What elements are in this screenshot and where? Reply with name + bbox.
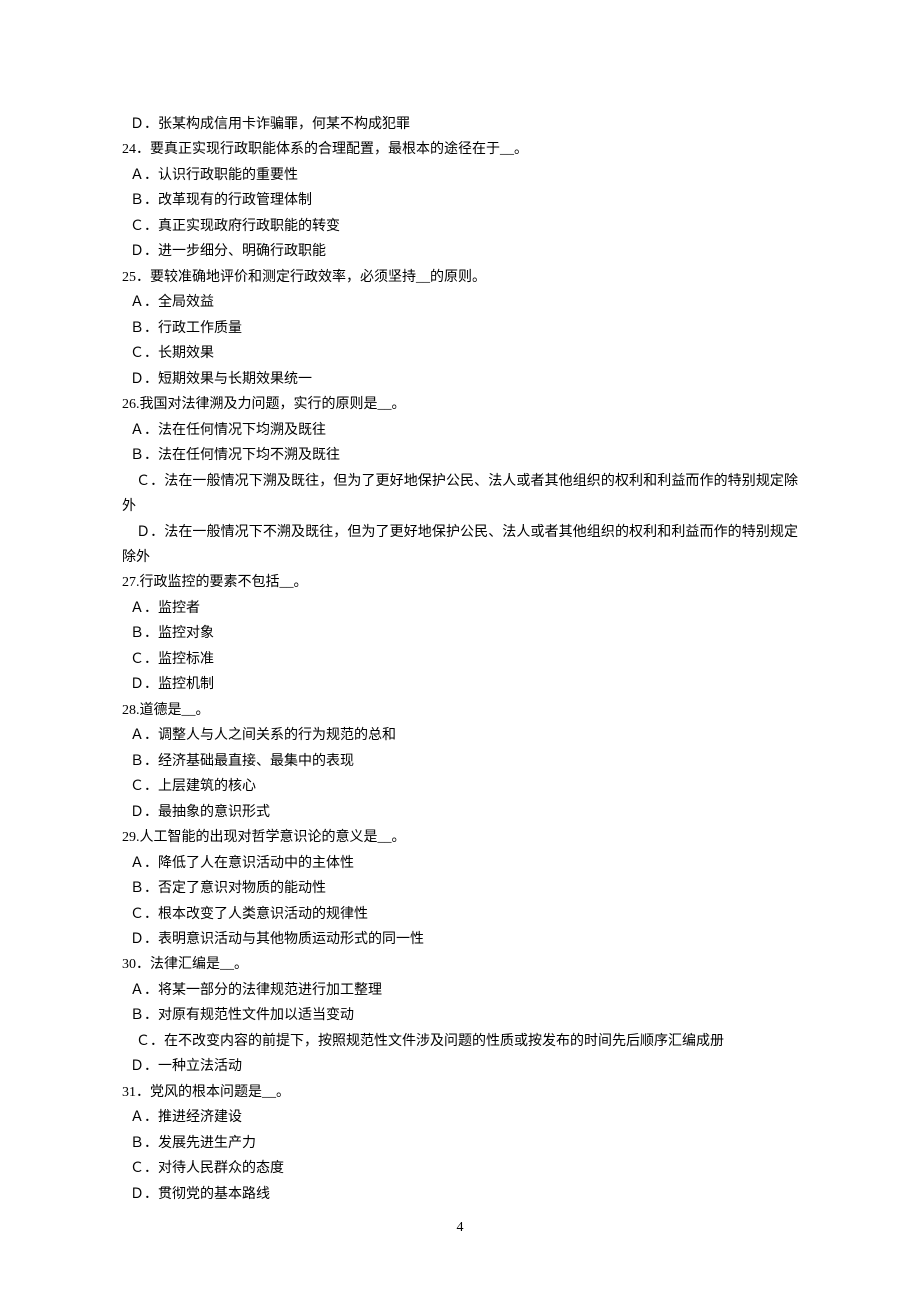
- text-line: Ｃ．真正实现政府行政职能的转变: [122, 214, 798, 239]
- content-body: Ｄ．张某构成信用卡诈骗罪，何某不构成犯罪24．要真正实现行政职能体系的合理配置，…: [122, 112, 798, 1207]
- text-line: Ｂ．发展先进生产力: [122, 1131, 798, 1156]
- text-line: Ｂ．法在任何情况下均不溯及既往: [122, 443, 798, 468]
- text-line: Ａ．推进经济建设: [122, 1105, 798, 1130]
- text-line: Ａ．全局效益: [122, 290, 798, 315]
- text-line: Ａ．认识行政职能的重要性: [122, 163, 798, 188]
- text-line: Ｄ．法在一般情况下不溯及既往，但为了更好地保护公民、法人或者其他组织的权利和利益…: [122, 520, 798, 571]
- text-line: Ｃ．在不改变内容的前提下，按照规范性文件涉及问题的性质或按发布的时间先后顺序汇编…: [122, 1029, 798, 1054]
- text-line: Ｃ．长期效果: [122, 341, 798, 366]
- text-line: 25．要较准确地评价和测定行政效率，必须坚持__的原则。: [122, 265, 798, 290]
- text-line: Ｄ．短期效果与长期效果统一: [122, 367, 798, 392]
- text-line: 28.道德是__。: [122, 698, 798, 723]
- text-line: Ｂ．经济基础最直接、最集中的表现: [122, 749, 798, 774]
- text-line: Ａ．监控者: [122, 596, 798, 621]
- text-line: Ａ．调整人与人之间关系的行为规范的总和: [122, 723, 798, 748]
- text-line: Ａ．降低了人在意识活动中的主体性: [122, 851, 798, 876]
- text-line: Ｄ．监控机制: [122, 672, 798, 697]
- text-line: 31．党风的根本问题是__。: [122, 1080, 798, 1105]
- text-line: Ｄ．张某构成信用卡诈骗罪，何某不构成犯罪: [122, 112, 798, 137]
- text-line: Ｄ．贯彻党的基本路线: [122, 1182, 798, 1207]
- text-line: 29.人工智能的出现对哲学意识论的意义是__。: [122, 825, 798, 850]
- text-line: 27.行政监控的要素不包括__。: [122, 570, 798, 595]
- text-line: Ｄ．表明意识活动与其他物质运动形式的同一性: [122, 927, 798, 952]
- text-line: 30．法律汇编是__。: [122, 952, 798, 977]
- text-line: Ｄ．最抽象的意识形式: [122, 800, 798, 825]
- text-line: Ｃ．上层建筑的核心: [122, 774, 798, 799]
- text-line: Ｃ．对待人民群众的态度: [122, 1156, 798, 1181]
- text-line: Ｂ．监控对象: [122, 621, 798, 646]
- text-line: Ｂ．行政工作质量: [122, 316, 798, 341]
- text-line: Ｃ．法在一般情况下溯及既往，但为了更好地保护公民、法人或者其他组织的权利和利益而…: [122, 469, 798, 520]
- page-number: 4: [0, 1215, 920, 1240]
- text-line: 26.我国对法律溯及力问题，实行的原则是__。: [122, 392, 798, 417]
- text-line: Ｃ．根本改变了人类意识活动的规律性: [122, 902, 798, 927]
- text-line: Ａ．将某一部分的法律规范进行加工整理: [122, 978, 798, 1003]
- text-line: Ｂ．改革现有的行政管理体制: [122, 188, 798, 213]
- text-line: Ｂ．对原有规范性文件加以适当变动: [122, 1003, 798, 1028]
- document-page: Ｄ．张某构成信用卡诈骗罪，何某不构成犯罪24．要真正实现行政职能体系的合理配置，…: [0, 0, 920, 1302]
- text-line: Ｂ．否定了意识对物质的能动性: [122, 876, 798, 901]
- text-line: Ｄ．进一步细分、明确行政职能: [122, 239, 798, 264]
- text-line: Ｄ．一种立法活动: [122, 1054, 798, 1079]
- text-line: 24．要真正实现行政职能体系的合理配置，最根本的途径在于__。: [122, 137, 798, 162]
- text-line: Ｃ．监控标准: [122, 647, 798, 672]
- text-line: Ａ．法在任何情况下均溯及既往: [122, 418, 798, 443]
